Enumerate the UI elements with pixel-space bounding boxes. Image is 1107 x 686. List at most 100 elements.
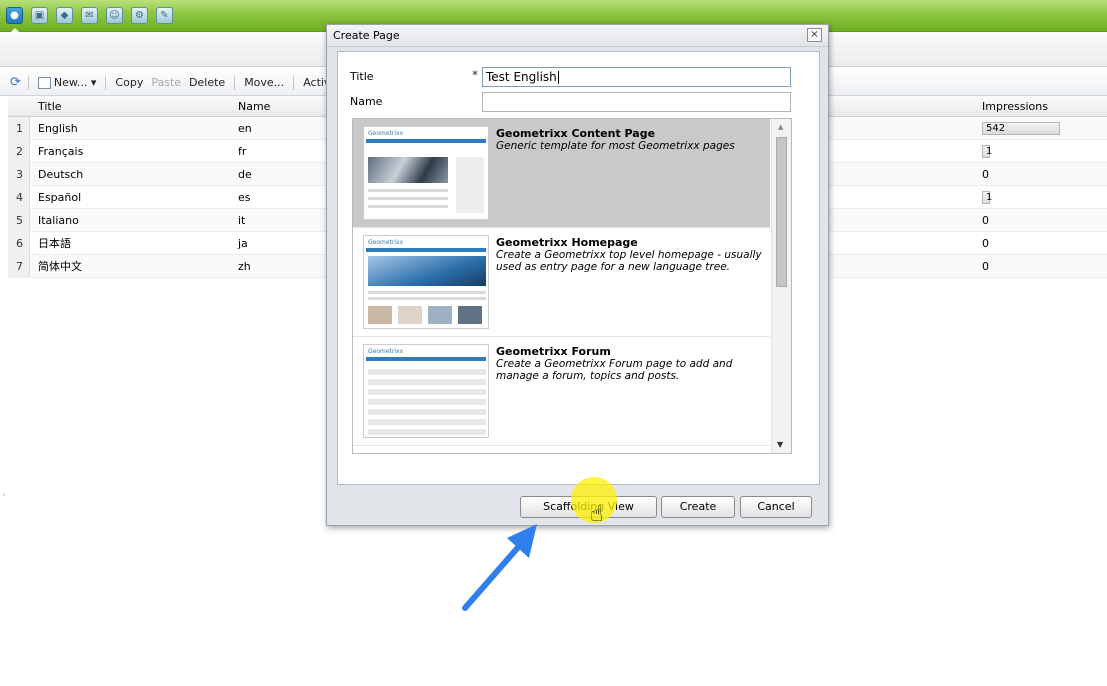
template-info: Geometrixx Homepage Create a Geometrixx … [496, 236, 766, 273]
thumb-tile [368, 306, 392, 324]
header-title[interactable]: Title [30, 100, 230, 113]
scroll-up-icon[interactable]: ▲ [778, 123, 783, 131]
required-mark: * [472, 68, 478, 82]
cell-name: zh [238, 259, 251, 273]
cell-name: ja [238, 236, 248, 250]
new-button[interactable]: New... ▾ [36, 76, 99, 89]
campaigns-icon[interactable]: ◆ [56, 7, 73, 24]
thumb-text [368, 291, 486, 294]
template-item[interactable]: Geometrixx Geometrixx Content Page Gener… [353, 119, 770, 228]
thumb-text [368, 189, 448, 192]
impressions-value: 0 [982, 259, 989, 273]
new-label: New... [53, 76, 88, 89]
thumb-tile [428, 306, 452, 324]
template-item[interactable]: Geometrixx Geometrixx Homepage Create a … [353, 228, 770, 337]
template-item[interactable]: Geometrixx Geometrixx Forum Create a Geo… [353, 337, 770, 446]
dialog-body: Title * Test English Name Geometrixx Geo… [337, 51, 820, 485]
tools-icon[interactable]: ⚙ [131, 7, 148, 24]
tagging-icon[interactable]: ✎ [156, 7, 173, 24]
thumb-tile [398, 306, 422, 324]
thumb-text [368, 197, 448, 200]
impressions-bar: 1 [982, 145, 992, 158]
create-page-dialog: Create Page × Title * Test English Name … [326, 24, 829, 526]
cell-title: Deutsch [38, 167, 84, 181]
app-icons: ● ▣ ◆ ✉ ☺ ⚙ ✎ [6, 7, 173, 24]
thumb-image [368, 157, 448, 183]
row-number: 7 [8, 255, 30, 277]
new-page-icon [37, 77, 51, 89]
text-cursor [557, 71, 559, 84]
thumb-sidebar [456, 157, 484, 213]
inbox-icon[interactable]: ✉ [81, 7, 98, 24]
template-list[interactable]: Geometrixx Geometrixx Content Page Gener… [352, 118, 792, 454]
move-button[interactable]: Move... [242, 76, 286, 89]
cell-title: Italiano [38, 213, 79, 227]
refresh-icon[interactable]: ⟳ [10, 75, 21, 90]
template-desc: Create a Geometrixx top level homepage -… [496, 249, 762, 273]
template-name: Geometrixx Content Page [496, 127, 656, 140]
cancel-button[interactable]: Cancel [740, 496, 812, 518]
template-name: Geometrixx Homepage [496, 236, 638, 249]
row-number: 4 [8, 186, 30, 208]
thumb-image [368, 256, 486, 286]
dam-icon[interactable]: ▣ [31, 7, 48, 24]
impressions-bar: 542 [982, 122, 1060, 135]
title-input-value: Test English [486, 70, 557, 84]
paste-button[interactable]: Paste [149, 76, 183, 89]
scroll-thumb[interactable] [776, 137, 787, 287]
impressions-value: 0 [982, 167, 989, 181]
cell-impressions: 0 [982, 214, 989, 227]
thumb-text [368, 369, 486, 375]
template-name: Geometrixx Forum [496, 345, 611, 358]
close-icon[interactable]: × [807, 28, 822, 42]
cell-name: de [238, 167, 252, 181]
cell-impressions: 0 [982, 168, 989, 181]
row-number: 5 [8, 209, 30, 231]
thumb-nav [366, 139, 486, 143]
cell-impressions: 0 [982, 260, 989, 273]
thumb-text [368, 429, 486, 435]
websites-icon[interactable]: ● [6, 7, 23, 24]
scroll-down-icon[interactable]: ▼ [777, 440, 783, 449]
cell-impressions: 0 [982, 237, 989, 250]
thumb-logo: Geometrixx [368, 130, 404, 137]
cell-title: English [38, 121, 78, 135]
cell-impressions: 542 [982, 121, 1060, 135]
thumb-text [368, 409, 486, 415]
template-desc: Create a Geometrixx Forum page to add an… [496, 358, 733, 382]
thumb-text [368, 205, 448, 208]
header-impressions[interactable]: Impressions [982, 100, 1048, 113]
cell-title: 简体中文 [38, 260, 82, 273]
copy-button[interactable]: Copy [113, 76, 145, 89]
thumb-nav [366, 248, 486, 252]
template-scrollbar[interactable]: ▲ ▼ [771, 119, 791, 453]
panel-collapse-handle[interactable]: ‹ [2, 490, 6, 500]
delete-button[interactable]: Delete [187, 76, 227, 89]
thumb-nav [366, 357, 486, 361]
thumb-logo: Geometrixx [368, 348, 404, 355]
thumb-text [368, 419, 486, 425]
header-name[interactable]: Name [230, 100, 330, 113]
toolbar-separator [293, 75, 295, 90]
toolbar-separator [27, 75, 29, 90]
header-rownum [8, 96, 30, 116]
cell-title: Español [38, 190, 82, 204]
cell-name: it [238, 213, 246, 227]
impressions-value: 0 [982, 236, 989, 250]
row-number: 3 [8, 163, 30, 185]
thumb-text [368, 399, 486, 405]
name-input[interactable] [482, 92, 791, 112]
cell-impressions: 1 [982, 144, 992, 158]
template-info: Geometrixx Forum Create a Geometrixx For… [496, 345, 766, 382]
row-number: 1 [8, 117, 30, 139]
cell-name: fr [238, 144, 247, 158]
title-label: Title [350, 70, 374, 83]
template-info: Geometrixx Content Page Generic template… [496, 127, 766, 152]
title-input[interactable]: Test English [482, 67, 791, 87]
users-icon[interactable]: ☺ [106, 7, 123, 24]
cell-impressions: 1 [982, 190, 992, 204]
name-label: Name [350, 95, 383, 108]
create-button[interactable]: Create [661, 496, 735, 518]
thumb-logo: Geometrixx [368, 239, 404, 246]
cell-name: es [238, 190, 251, 204]
